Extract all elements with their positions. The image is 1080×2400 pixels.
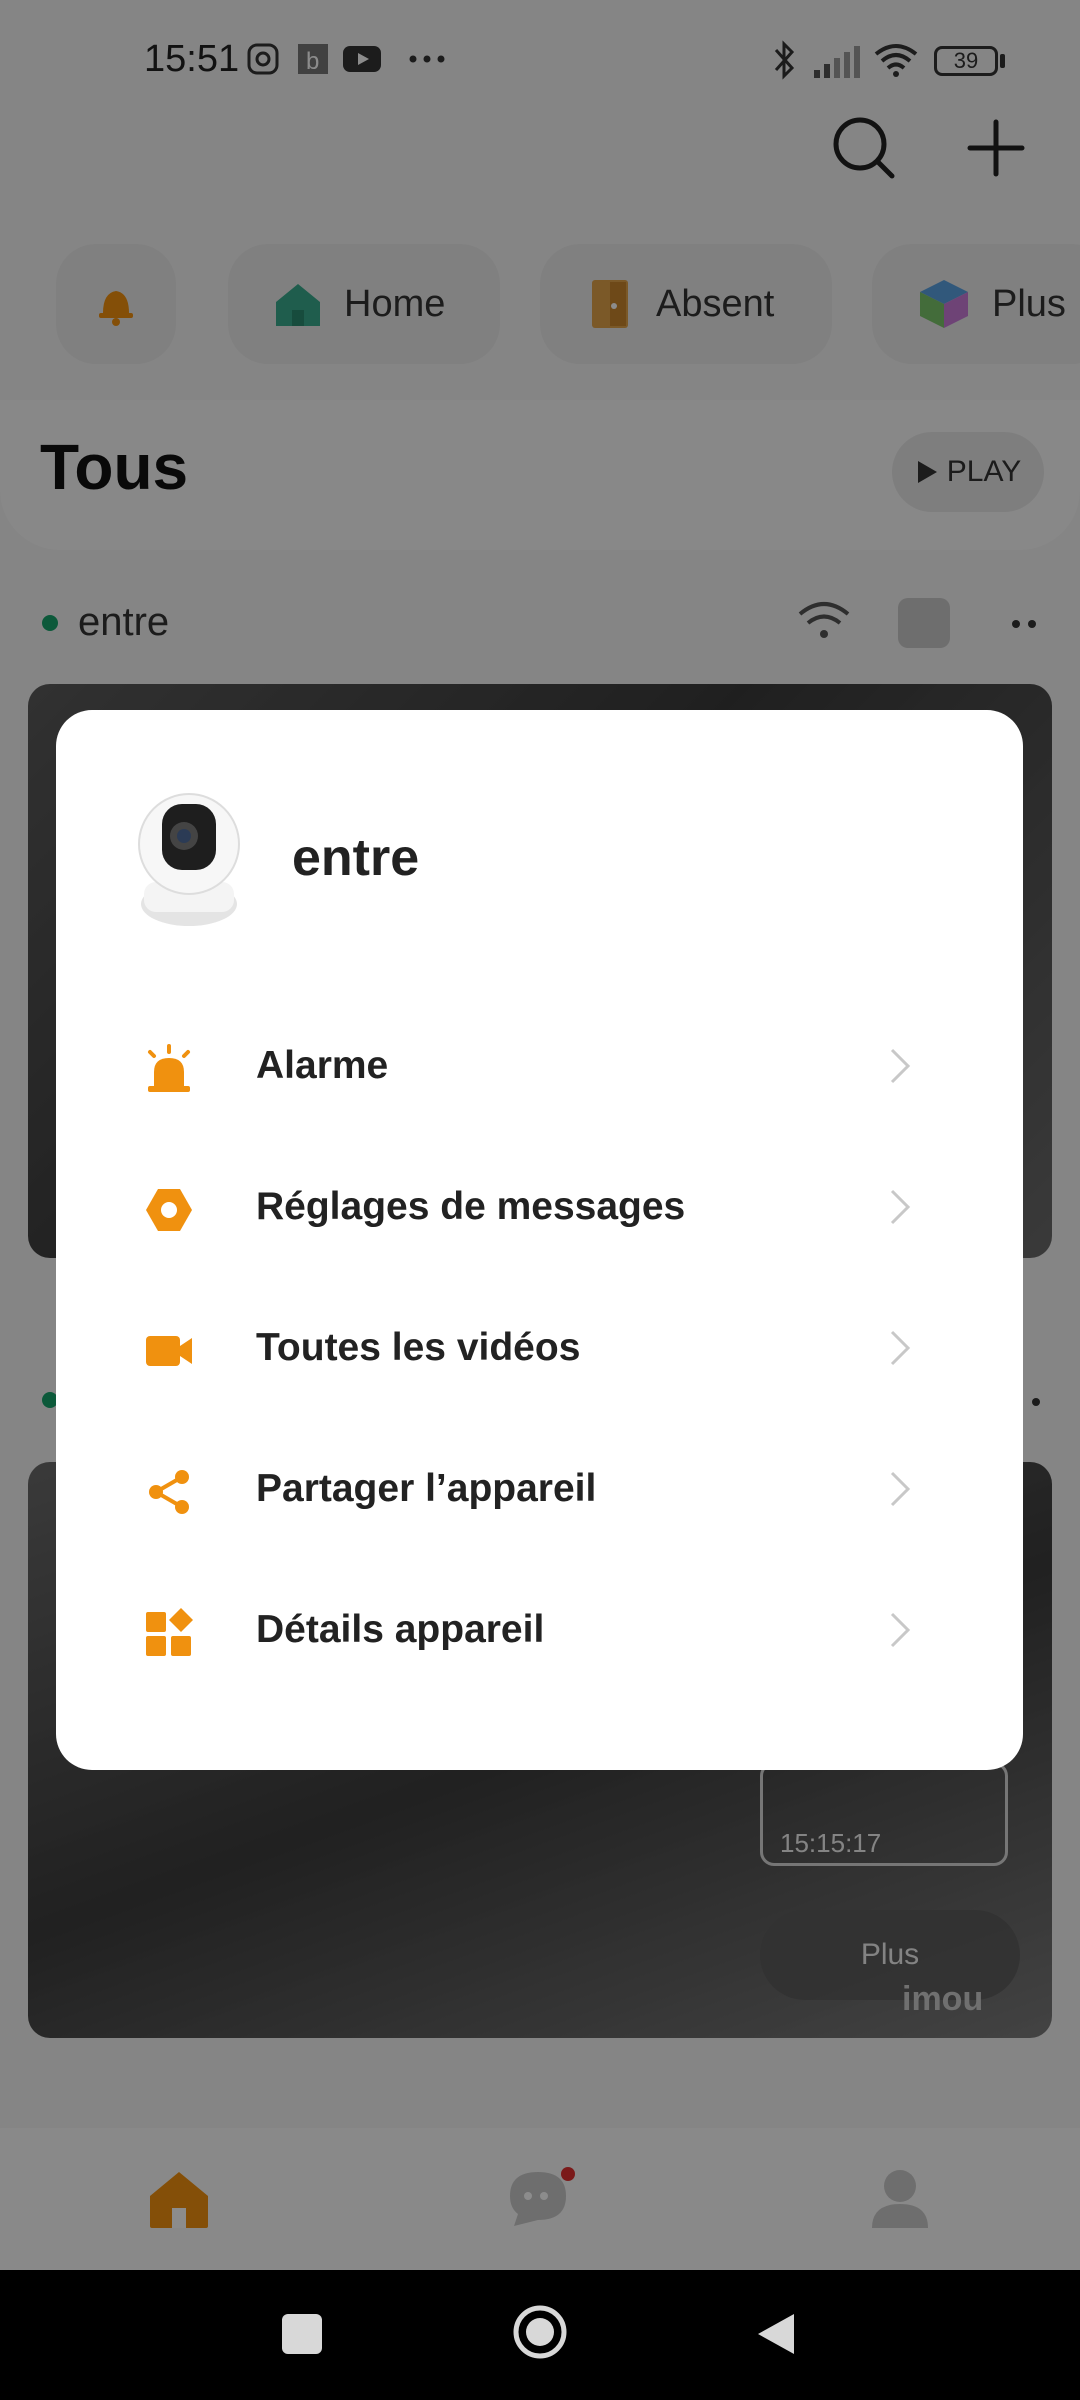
- chevron-right-icon: [890, 1189, 911, 1225]
- camera-device-image: [138, 793, 240, 926]
- dialog-title: entre: [292, 829, 420, 887]
- message-settings-icon: [146, 1189, 192, 1231]
- menu-item-device-details[interactable]: Détails appareil: [56, 1562, 1023, 1702]
- menu-item-label: Toutes les vidéos: [256, 1326, 581, 1369]
- menu-item-label: Partager l’appareil: [256, 1467, 597, 1510]
- details-icon: [146, 1608, 193, 1656]
- chevron-right-icon: [890, 1330, 911, 1366]
- back-button[interactable]: [754, 2310, 798, 2358]
- menu-item-label: Alarme: [256, 1044, 389, 1087]
- chevron-right-icon: [890, 1471, 911, 1507]
- chevron-right-icon: [890, 1048, 911, 1084]
- home-button[interactable]: [510, 2302, 570, 2362]
- device-menu-dialog: entre Alarme Réglages de messages Toutes…: [56, 710, 1023, 1770]
- share-icon: [149, 1470, 189, 1514]
- alarm-icon: [148, 1044, 190, 1092]
- video-icon: [146, 1336, 192, 1366]
- menu-item-label: Détails appareil: [256, 1608, 545, 1651]
- chevron-right-icon: [890, 1612, 911, 1648]
- system-navigation-bar: [0, 2270, 1080, 2400]
- recents-button[interactable]: [282, 2314, 322, 2354]
- menu-item-alarm[interactable]: Alarme: [56, 998, 1023, 1138]
- menu-item-message-settings[interactable]: Réglages de messages: [56, 1139, 1023, 1279]
- menu-item-share-device[interactable]: Partager l’appareil: [56, 1421, 1023, 1561]
- menu-item-all-videos[interactable]: Toutes les vidéos: [56, 1280, 1023, 1420]
- menu-item-label: Réglages de messages: [256, 1185, 686, 1228]
